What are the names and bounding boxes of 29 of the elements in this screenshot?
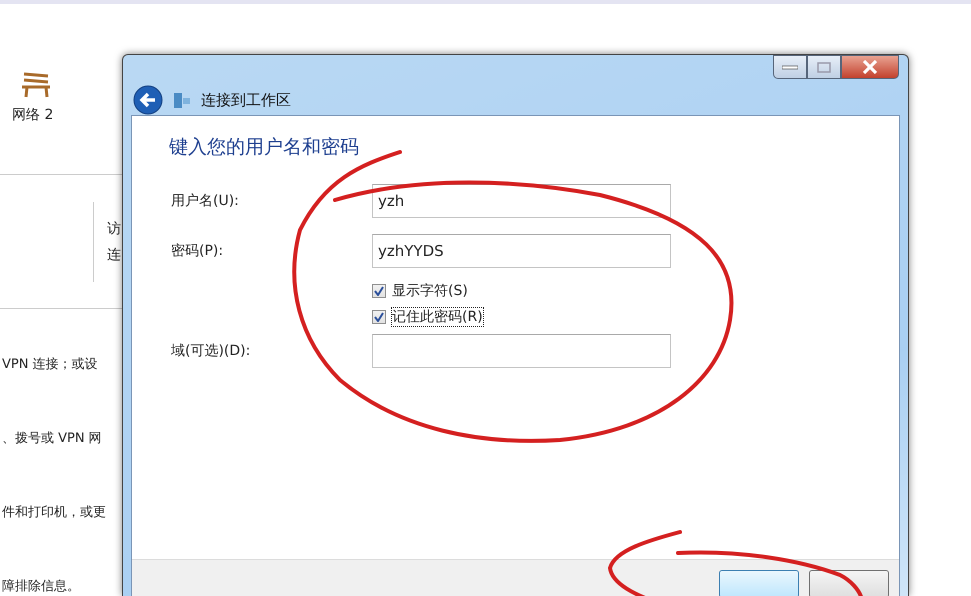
network-label: 网络 2	[12, 106, 54, 124]
field-label: 密码(P):	[170, 242, 224, 260]
description-text: 件和打印机，或更	[2, 504, 107, 521]
description-text: 、拨号或 VPN 网	[2, 430, 103, 447]
dialog-heading: 键入您的用户名和密码	[169, 135, 360, 160]
minimize-button[interactable]	[773, 55, 807, 79]
input-field[interactable]	[372, 334, 671, 368]
side-text: 访	[107, 220, 121, 238]
close-button[interactable]	[841, 55, 899, 79]
side-text: 连	[107, 246, 121, 264]
minimize-icon	[782, 64, 798, 70]
input-field[interactable]: yzhYYDS	[372, 234, 671, 268]
close-icon	[862, 60, 878, 74]
maximize-button[interactable]	[807, 55, 841, 79]
checkbox[interactable]	[372, 310, 386, 324]
footer-button[interactable]	[719, 570, 799, 596]
bench-icon	[20, 70, 52, 98]
window-title: 连接到工作区	[201, 90, 291, 110]
maximize-icon	[817, 62, 831, 72]
description-text: 障排除信息。	[2, 578, 81, 595]
description-text: VPN 连接；或设	[2, 356, 99, 373]
checkbox-label[interactable]: 记住此密码(R)	[392, 308, 483, 326]
checkbox-label[interactable]: 显示字符(S)	[392, 282, 468, 300]
field-label: 用户名(U):	[170, 192, 240, 210]
checkbox[interactable]	[372, 284, 386, 298]
input-field[interactable]: yzh	[372, 184, 671, 218]
footer-button[interactable]	[809, 570, 889, 596]
field-label: 域(可选)(D):	[170, 342, 252, 360]
workplace-icon	[173, 91, 191, 109]
